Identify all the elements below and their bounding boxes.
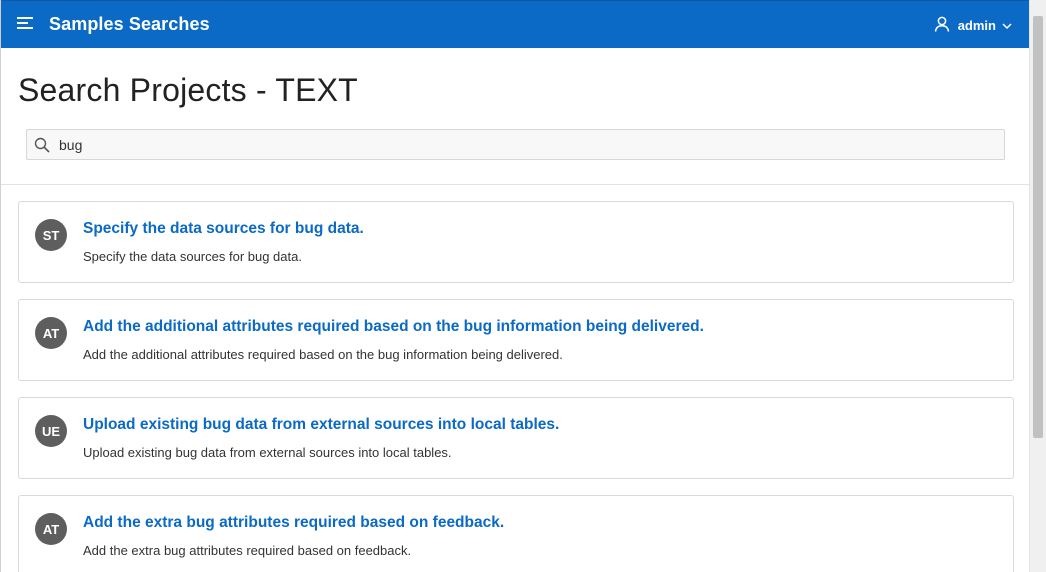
top-navigation-bar: Samples Searches admin	[1, 0, 1030, 48]
search-icon	[27, 130, 57, 159]
result-description: Add the extra bug attributes required ba…	[83, 543, 412, 558]
page-title: Search Projects - TEXT	[18, 72, 358, 108]
hamburger-icon	[17, 16, 33, 34]
result-title-link[interactable]: Upload existing bug data from external s…	[83, 416, 559, 434]
result-title-link[interactable]: Specify the data sources for bug data.	[83, 220, 364, 238]
app-window: Samples Searches admin Search Projects -…	[0, 0, 1046, 572]
scrollbar-thumb[interactable]	[1033, 16, 1043, 438]
user-menu-button[interactable]: admin	[934, 1, 1012, 49]
chevron-down-icon	[1002, 18, 1012, 33]
avatar: UE	[35, 415, 67, 447]
result-card: ST Specify the data sources for bug data…	[18, 201, 1014, 283]
hero-region: Search Projects - TEXT	[1, 48, 1030, 185]
app-title[interactable]: Samples Searches	[49, 14, 210, 35]
search-results-list: ST Specify the data sources for bug data…	[18, 201, 1014, 572]
result-description: Add the additional attributes required b…	[83, 347, 563, 362]
result-title-link[interactable]: Add the extra bug attributes required ba…	[83, 514, 504, 532]
result-card: AT Add the additional attributes require…	[18, 299, 1014, 381]
avatar: AT	[35, 317, 67, 349]
avatar: ST	[35, 219, 67, 251]
navigation-menu-button[interactable]	[1, 1, 49, 49]
avatar: AT	[35, 513, 67, 545]
user-icon	[934, 16, 950, 35]
result-card: AT Add the extra bug attributes required…	[18, 495, 1014, 572]
vertical-scrollbar[interactable]	[1029, 0, 1046, 572]
user-name: admin	[957, 17, 996, 33]
result-description: Upload existing bug data from external s…	[83, 445, 452, 460]
result-card: UE Upload existing bug data from externa…	[18, 397, 1014, 479]
search-input[interactable]	[57, 131, 991, 158]
result-description: Specify the data sources for bug data.	[83, 249, 302, 264]
result-title-link[interactable]: Add the additional attributes required b…	[83, 318, 704, 336]
search-field[interactable]	[26, 129, 1005, 160]
